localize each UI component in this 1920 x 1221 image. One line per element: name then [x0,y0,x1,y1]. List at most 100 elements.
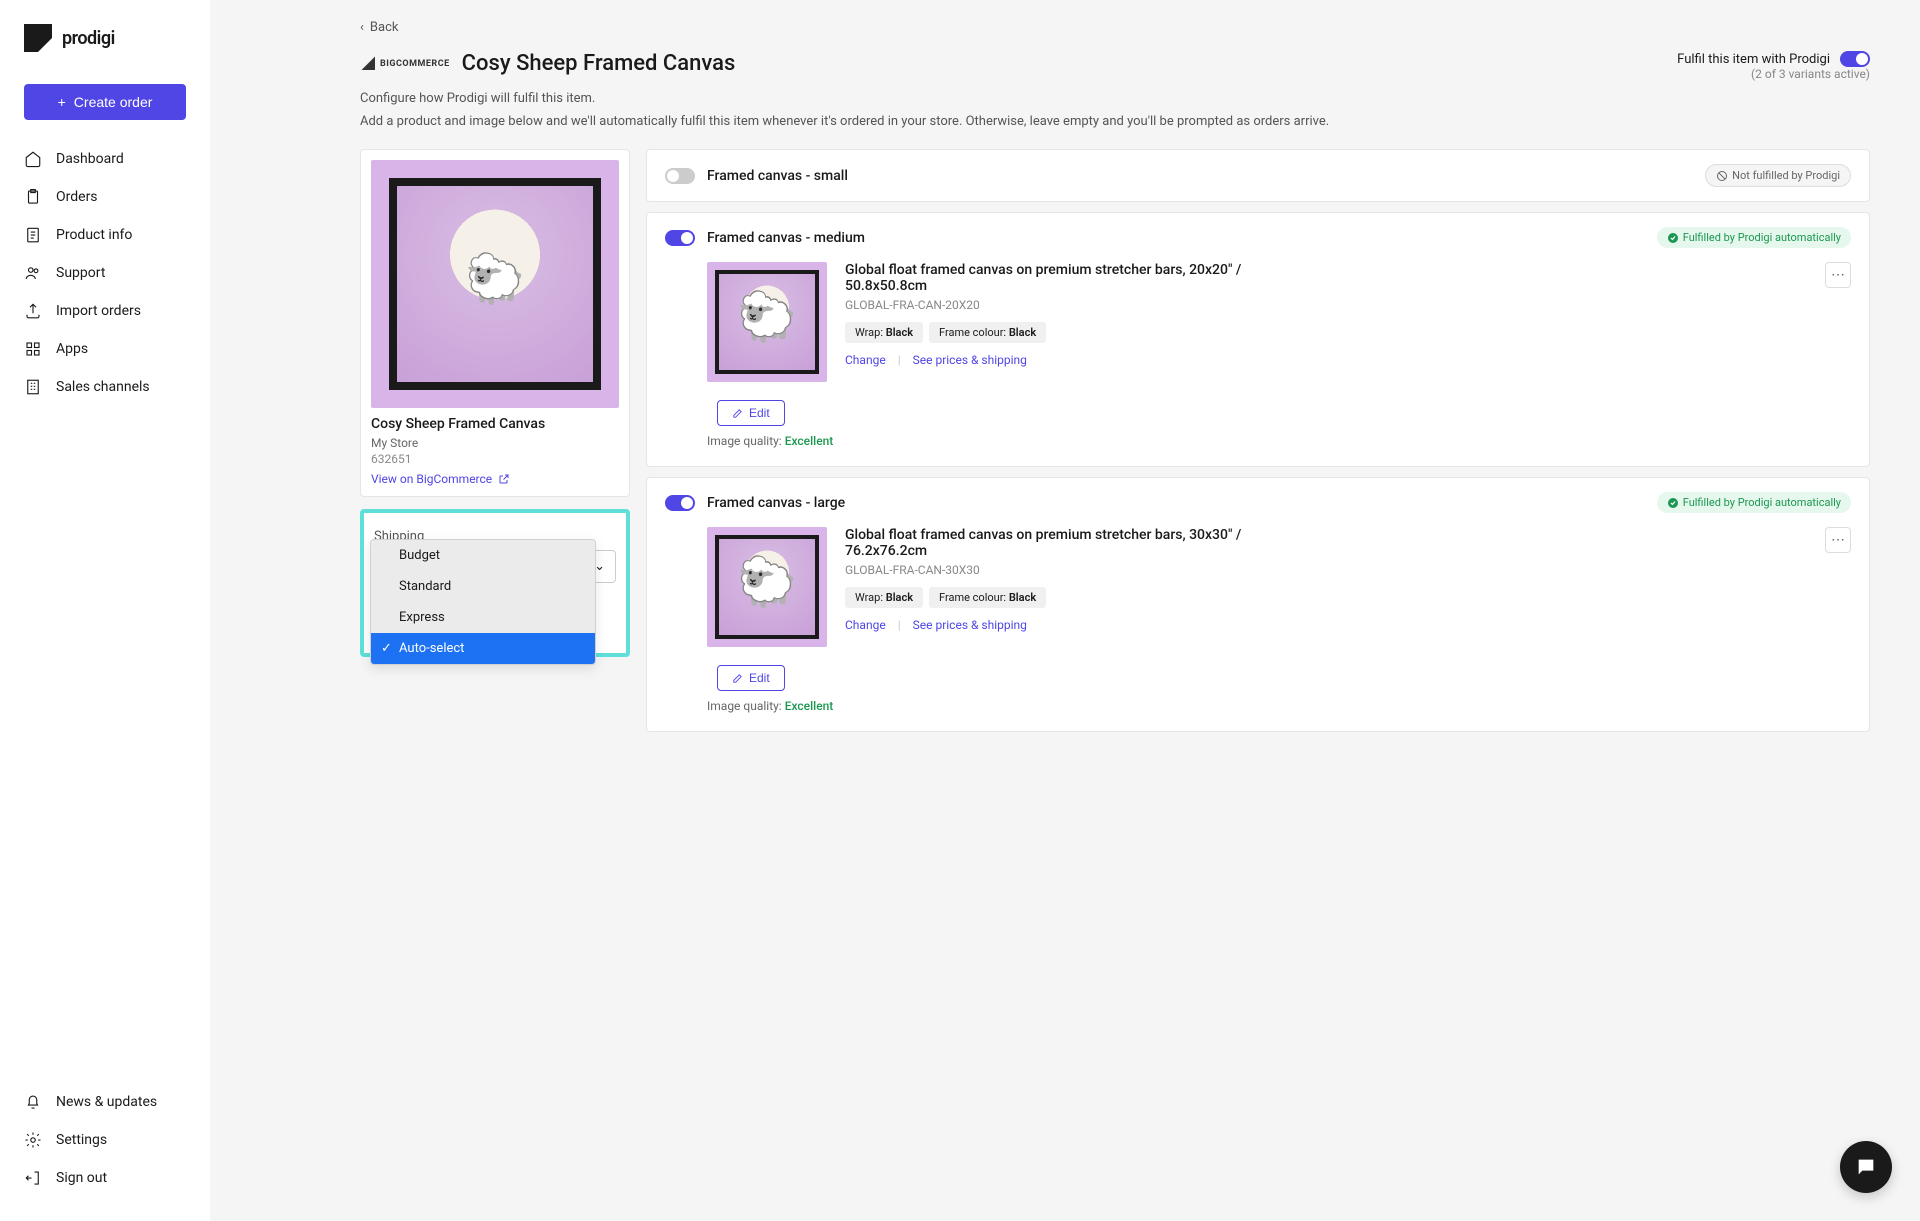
sidebar-item-label: Settings [56,1132,107,1148]
shipping-card: Shipping Auto-select ⌄ Budget Standard E… [360,509,630,657]
variant-title: Framed canvas - large [707,495,845,511]
sidebar-item-label: Apps [56,341,88,357]
sidebar-item-news[interactable]: News & updates [0,1083,210,1121]
chat-icon [1855,1156,1877,1178]
logo[interactable]: prodigi [0,24,210,72]
frame-chip: Frame colour: Black [929,322,1046,343]
dropdown-option-auto-select[interactable]: Auto-select [371,633,595,664]
image-quality: Image quality: Excellent [707,699,1851,713]
sidebar-item-label: Dashboard [56,151,124,167]
fulfil-label: Fulfil this item with Prodigi [1677,52,1830,67]
badge-label: Not fulfilled by Prodigi [1732,169,1840,182]
sign-out-icon [24,1169,42,1187]
sidebar-item-label: Import orders [56,303,141,319]
auto-fulfilled-badge: Fulfilled by Prodigi automatically [1657,227,1851,248]
variant-toggle-small[interactable] [665,168,695,184]
edit-button[interactable]: Edit [717,400,785,426]
edit-label: Edit [749,671,770,685]
check-circle-icon [1667,232,1679,244]
logo-text: prodigi [62,28,115,49]
product-link-label: View on BigCommerce [371,472,492,486]
variant-card-medium: Framed canvas - medium Fulfilled by Prod… [646,212,1870,467]
plus-icon: + [58,94,66,110]
image-quality: Image quality: Excellent [707,434,1851,448]
dropdown-option-express[interactable]: Express [371,602,595,633]
dropdown-option-budget[interactable]: Budget [371,540,595,571]
back-label: Back [370,20,399,35]
page-title: Cosy Sheep Framed Canvas [462,51,736,76]
not-fulfilled-badge: Not fulfilled by Prodigi [1705,164,1851,187]
sidebar-item-import-orders[interactable]: Import orders [0,292,210,330]
variant-sku: GLOBAL-FRA-CAN-30X30 [845,563,1851,577]
see-prices-link[interactable]: See prices & shipping [913,618,1027,632]
sidebar-item-apps[interactable]: Apps [0,330,210,368]
frame-chip: Frame colour: Black [929,587,1046,608]
product-sku: 632651 [371,452,619,466]
integration-badge-label: BIGCOMMERCE [380,59,450,69]
product-card: Cosy Sheep Framed Canvas My Store 632651… [360,149,630,497]
sidebar-item-dashboard[interactable]: Dashboard [0,140,210,178]
description-1: Configure how Prodigi will fulfil this i… [360,91,1870,106]
sidebar-item-support[interactable]: Support [0,254,210,292]
product-name: Cosy Sheep Framed Canvas [371,416,619,432]
view-on-bigcommerce-link[interactable]: View on BigCommerce [371,472,619,486]
sidebar-item-sales-channels[interactable]: Sales channels [0,368,210,406]
create-order-button[interactable]: + Create order [24,84,186,120]
bigcommerce-badge: BIGCOMMERCE [360,55,450,73]
back-link[interactable]: ‹ Back [360,20,1870,35]
chat-fab[interactable] [1840,1141,1892,1193]
sidebar-item-settings[interactable]: Settings [0,1121,210,1159]
edit-button[interactable]: Edit [717,665,785,691]
fulfil-toggle-group: Fulfil this item with Prodigi (2 of 3 va… [1677,51,1870,81]
change-link[interactable]: Change [845,353,886,367]
main-content: ‹ Back BIGCOMMERCE Cosy Sheep Framed Can… [210,0,1910,1221]
product-store: My Store [371,436,619,450]
clipboard-icon [24,188,42,206]
variant-thumbnail [707,262,827,382]
sidebar: prodigi + Create order Dashboard Orders … [0,0,210,1221]
edit-icon [732,408,743,419]
dropdown-option-standard[interactable]: Standard [371,571,595,602]
fulfil-sub: (2 of 3 variants active) [1677,67,1870,81]
bigcommerce-icon [360,55,378,73]
wrap-chip: Wrap: Black [845,322,923,343]
variant-toggle-large[interactable] [665,495,695,511]
sidebar-item-sign-out[interactable]: Sign out [0,1159,210,1197]
fulfil-toggle[interactable] [1840,51,1870,67]
chevron-left-icon: ‹ [360,20,364,35]
home-icon [24,150,42,168]
variant-toggle-medium[interactable] [665,230,695,246]
variant-more-button[interactable]: ⋯ [1825,262,1851,288]
edit-label: Edit [749,406,770,420]
sidebar-item-label: Sign out [56,1170,107,1186]
logo-mark-icon [24,24,52,52]
variant-thumbnail [707,527,827,647]
bell-icon [24,1093,42,1111]
change-link[interactable]: Change [845,618,886,632]
see-prices-link[interactable]: See prices & shipping [913,353,1027,367]
variant-title: Framed canvas - small [707,168,848,184]
variant-title: Framed canvas - medium [707,230,865,246]
variant-name: Global float framed canvas on premium st… [845,527,1245,559]
check-circle-icon [1667,497,1679,509]
sidebar-item-label: Sales channels [56,379,150,395]
description-2: Add a product and image below and we'll … [360,114,1870,129]
gear-icon [24,1131,42,1149]
doc-icon [24,226,42,244]
wrap-chip: Wrap: Black [845,587,923,608]
badge-label: Fulfilled by Prodigi automatically [1683,231,1841,244]
building-icon [24,378,42,396]
create-order-label: Create order [74,94,153,110]
sidebar-item-label: News & updates [56,1094,157,1110]
variant-name: Global float framed canvas on premium st… [845,262,1245,294]
users-icon [24,264,42,282]
grid-icon [24,340,42,358]
variant-card-large: Framed canvas - large Fulfilled by Prodi… [646,477,1870,732]
badge-label: Fulfilled by Prodigi automatically [1683,496,1841,509]
sidebar-item-product-info[interactable]: Product info [0,216,210,254]
sidebar-item-orders[interactable]: Orders [0,178,210,216]
upload-icon [24,302,42,320]
variant-more-button[interactable]: ⋯ [1825,527,1851,553]
variant-sku: GLOBAL-FRA-CAN-20X20 [845,298,1851,312]
sidebar-item-label: Product info [56,227,132,243]
